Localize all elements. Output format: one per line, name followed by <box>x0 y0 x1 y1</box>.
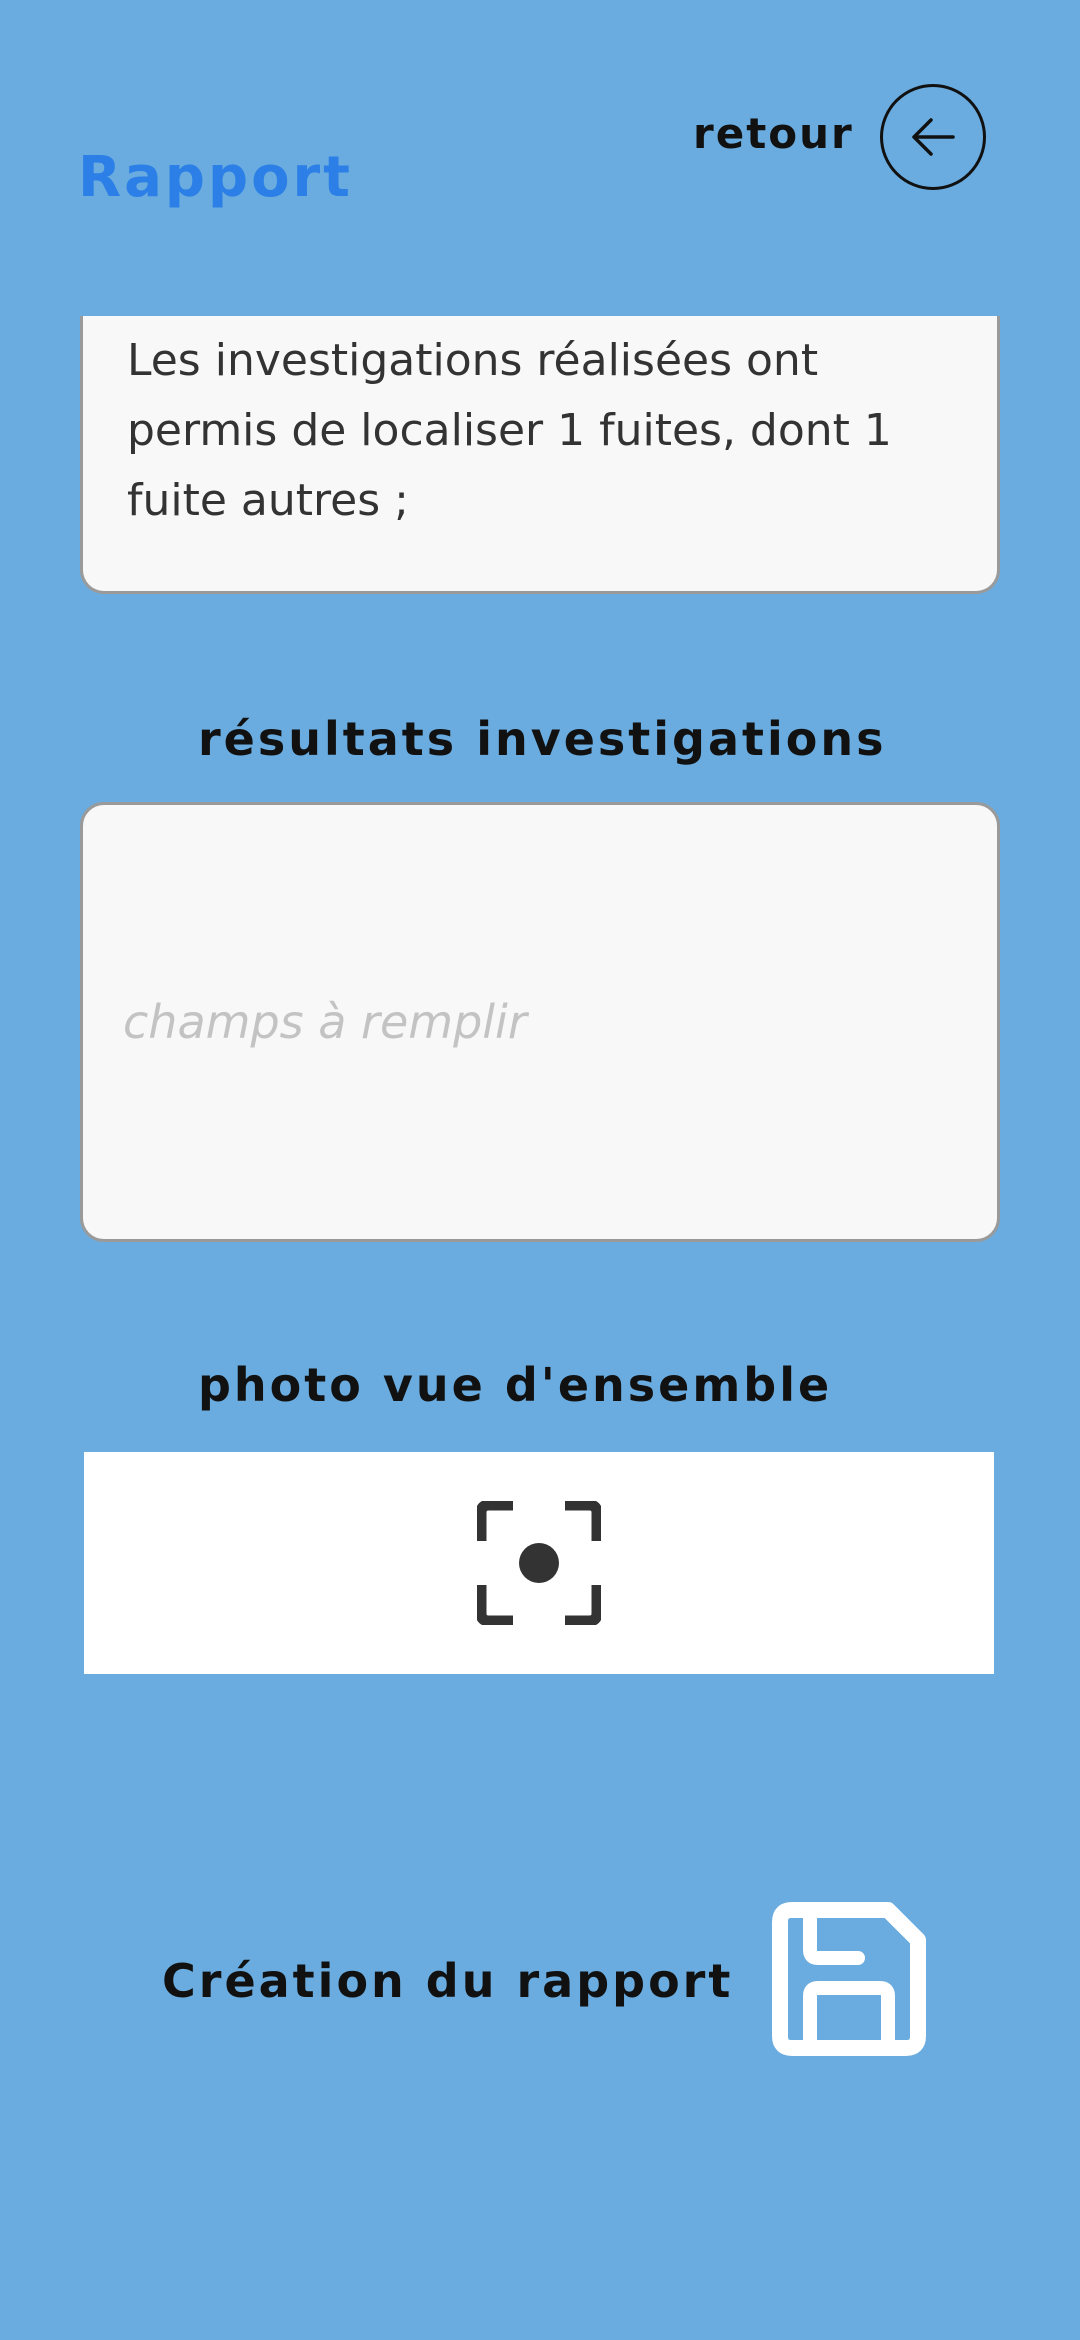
camera-focus-icon <box>477 1501 601 1625</box>
results-label: résultats investigations <box>198 712 887 766</box>
back-button[interactable] <box>880 84 986 190</box>
results-placeholder: champs à remplir <box>123 995 527 1049</box>
floppy-disk-icon <box>772 1902 926 2056</box>
arrow-left-icon <box>912 118 955 156</box>
page-title: Rapport <box>78 145 353 210</box>
back-label[interactable]: retour <box>693 113 854 155</box>
save-report-button[interactable] <box>770 1900 928 2058</box>
photo-label: photo vue d'ensemble <box>198 1358 833 1412</box>
summary-text: Les investigations réalisées ont permis … <box>80 316 1000 594</box>
create-report-label: Création du rapport <box>162 1954 734 2008</box>
report-screen: Rapport retour Les investigations réalis… <box>0 0 1080 2340</box>
photo-capture-button[interactable] <box>84 1452 994 1674</box>
results-textarea[interactable]: champs à remplir <box>80 802 1000 1242</box>
